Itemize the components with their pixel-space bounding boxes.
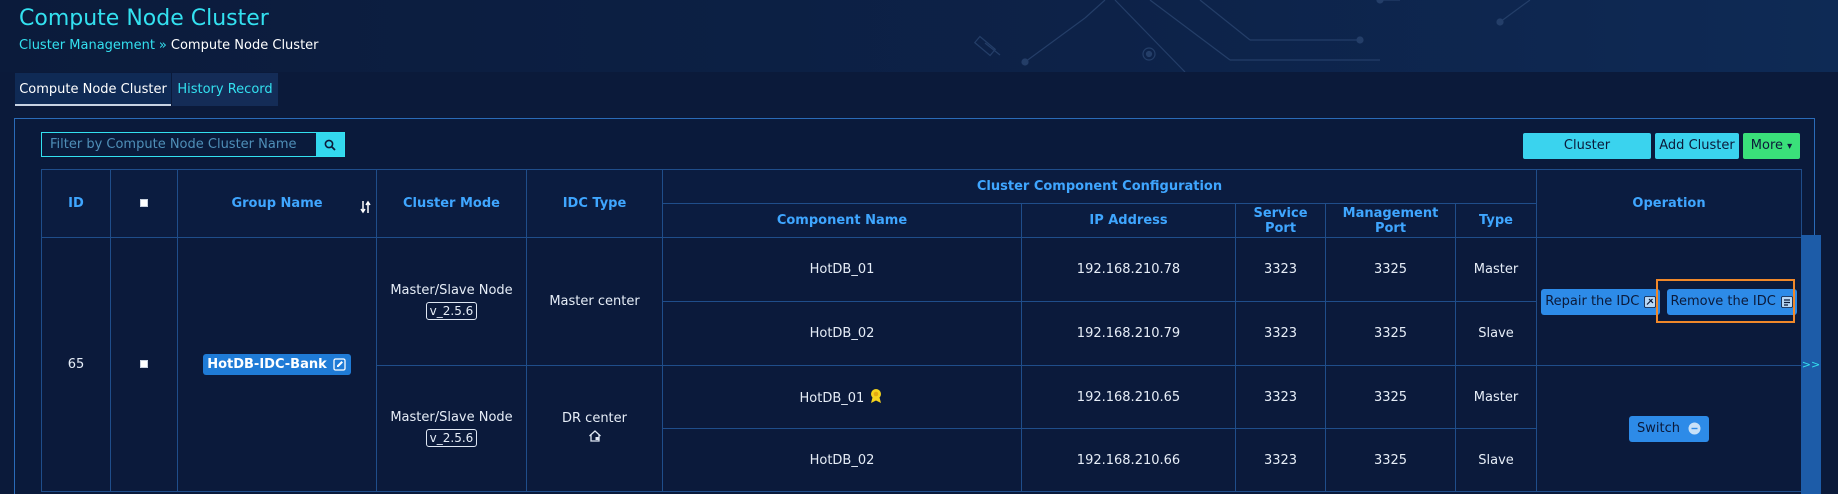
cell-operation-dr: Switch [1536,365,1802,492]
cluster-mode-label: Master/Slave Node [390,410,513,425]
remove-icon [1780,295,1793,308]
cell-type: Master [1455,237,1537,302]
more-dropdown-button[interactable]: More ▾ [1743,133,1800,159]
breadcrumb-current: Compute Node Cluster [170,38,319,53]
cell-type: Slave [1455,428,1537,492]
component-name-label: HotDB_01 [799,391,865,406]
switch-icon [1688,422,1701,435]
search-box [41,132,345,157]
sort-icon[interactable] [360,200,372,214]
cell-component-name: HotDB_02 [662,301,1022,366]
search-icon [324,139,336,151]
cell-ip-address: 192.168.210.66 [1021,428,1236,492]
table-row: 65 HotDB-IDC-Bank Master/Slave Node v_2.… [41,237,1802,492]
cell-service-port: 3323 [1235,237,1326,302]
cell-management-port: 3325 [1325,237,1456,302]
col-header-select [110,169,178,238]
page-title: Compute Node Cluster [19,6,269,31]
tab-compute-node-cluster[interactable]: Compute Node Cluster [15,73,171,106]
col-header-component-name: Component Name [662,203,1022,238]
col-header-id: ID [41,169,111,238]
cell-idc-type-dr: DR center [526,365,663,492]
cell-management-port: 3325 [1325,428,1456,492]
cell-management-port: 3325 [1325,301,1456,366]
add-cluster-button[interactable]: Add Cluster [1655,133,1739,159]
idc-type-label: DR center [562,410,627,426]
version-badge: v_2.5.6 [425,429,478,447]
side-panel-expander[interactable]: >> [1801,235,1821,494]
cell-ip-address: 192.168.210.78 [1021,237,1236,302]
col-header-management-port: Management Port [1325,203,1456,238]
cell-cluster-mode-master: Master/Slave Node v_2.5.6 [376,237,527,366]
col-header-ip-address: IP Address [1021,203,1236,238]
col-header-cluster-mode: Cluster Mode [376,169,527,238]
breadcrumb-separator: » [158,38,167,53]
home-icon [588,429,601,442]
group-name-header-label: Group Name [231,196,323,211]
col-header-type: Type [1455,203,1537,238]
cell-component-name: HotDB_01 [662,365,1022,429]
cluster-mode-label: Master/Slave Node [390,283,513,298]
col-header-operation: Operation [1536,169,1802,238]
tab-history-record[interactable]: History Record [172,73,278,106]
cell-service-port: 3323 [1235,301,1326,366]
circuit-decoration [973,0,1531,72]
breadcrumb-parent-link[interactable]: Cluster Management [19,38,155,53]
search-input[interactable] [42,133,317,156]
cell-group-name: HotDB-IDC-Bank [177,237,377,492]
col-header-component-config: Cluster Component Configuration [662,169,1537,204]
cluster-table: ID Group Name Cluster Mode IDC Type Clus… [41,169,1802,492]
cell-type: Master [1455,365,1537,429]
more-label: More [1750,138,1784,153]
cell-ip-address: 192.168.210.65 [1021,365,1236,429]
group-name-label: HotDB-IDC-Bank [207,357,327,372]
repair-idc-label: Repair the IDC [1545,294,1640,309]
cell-type: Slave [1455,301,1537,366]
cluster-deployment-button[interactable]: Cluster Deployment [1523,133,1651,179]
cell-ip-address: 192.168.210.79 [1021,301,1236,366]
cell-component-name: HotDB_01 [662,237,1022,302]
version-badge: v_2.5.6 [425,302,478,320]
cell-service-port: 3323 [1235,428,1326,492]
select-all-checkbox[interactable] [140,199,148,207]
cell-cluster-mode-dr: Master/Slave Node v_2.5.6 [376,365,527,492]
crown-icon [871,389,882,403]
cell-component-name: HotDB_02 [662,428,1022,492]
breadcrumb: Cluster Management» Compute Node Cluster [19,38,319,53]
switch-label: Switch [1637,421,1680,436]
table-header-row: ID Group Name Cluster Mode IDC Type Clus… [41,169,1802,238]
cell-idc-type-master: Master center [526,237,663,366]
col-header-group-name[interactable]: Group Name [177,169,377,238]
row-checkbox[interactable] [140,360,148,368]
idc-type-label: Master center [549,294,640,309]
cell-select [110,237,178,492]
remove-idc-button[interactable]: Remove the IDC [1666,288,1797,315]
chevron-down-icon: ▾ [1787,141,1793,152]
group-name-button[interactable]: HotDB-IDC-Bank [203,354,351,375]
cell-service-port: 3323 [1235,365,1326,429]
repair-idc-button[interactable]: Repair the IDC [1541,288,1661,315]
col-header-service-port: Service Port [1235,203,1326,238]
remove-idc-label: Remove the IDC [1670,294,1776,309]
cell-management-port: 3325 [1325,365,1456,429]
col-header-idc-type: IDC Type [526,169,663,238]
cell-id: 65 [41,237,111,492]
cell-operation-master: Repair the IDC Remove the IDC [1536,237,1802,366]
repair-icon [1644,295,1657,308]
search-button[interactable] [316,133,344,156]
switch-button[interactable]: Switch [1629,415,1709,442]
edit-icon [333,358,346,371]
